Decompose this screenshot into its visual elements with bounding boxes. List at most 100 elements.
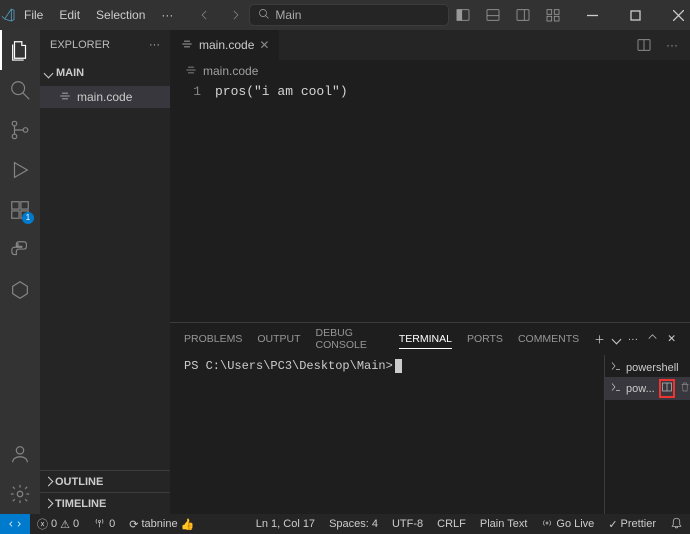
cursor-position-status[interactable]: Ln 1, Col 17 bbox=[249, 514, 322, 534]
menu-file[interactable]: File bbox=[16, 0, 51, 30]
notifications-status[interactable] bbox=[663, 514, 690, 534]
editor-more-button[interactable]: ··· bbox=[660, 30, 684, 60]
eol-status[interactable]: CRLF bbox=[430, 514, 473, 534]
tab-output[interactable]: OUTPUT bbox=[257, 330, 300, 348]
timeline-section[interactable]: TIMELINE bbox=[40, 492, 170, 514]
ports-count: 0 bbox=[109, 518, 115, 530]
radio-tower-icon bbox=[93, 516, 106, 532]
nav-forward-button[interactable] bbox=[221, 4, 249, 26]
ports-status[interactable]: 0 bbox=[86, 514, 122, 534]
tab-problems[interactable]: PROBLEMS bbox=[184, 330, 242, 348]
code-file-icon bbox=[58, 89, 72, 106]
terminal-output[interactable]: PS C:\Users\PC3\Desktop\Main> bbox=[170, 355, 604, 514]
nav-back-button[interactable] bbox=[191, 4, 219, 26]
prettier-status[interactable]: ✓ Prettier bbox=[601, 514, 663, 534]
menu-more[interactable]: ··· bbox=[153, 0, 181, 30]
search-text: Main bbox=[275, 8, 301, 22]
menu-selection[interactable]: Selection bbox=[88, 0, 153, 30]
accounts-activity-icon[interactable] bbox=[0, 434, 40, 474]
terminal-list-label: pow... bbox=[626, 383, 655, 395]
indentation-status[interactable]: Spaces: 4 bbox=[322, 514, 385, 534]
toggle-primary-sidebar-button[interactable] bbox=[449, 0, 477, 30]
check-icon: ✓ bbox=[608, 518, 617, 531]
run-debug-activity-icon[interactable] bbox=[0, 150, 40, 190]
timeline-label: TIMELINE bbox=[55, 498, 106, 510]
settings-activity-icon[interactable] bbox=[0, 474, 40, 514]
kill-terminal-button[interactable] bbox=[679, 381, 690, 396]
close-tab-button[interactable]: ✕ bbox=[259, 38, 269, 52]
language-mode-status[interactable]: Plain Text bbox=[473, 514, 535, 534]
go-live-label: Go Live bbox=[556, 518, 594, 530]
remote-button[interactable] bbox=[0, 514, 30, 534]
extensions-activity-icon[interactable]: 1 bbox=[0, 190, 40, 230]
bottom-panel: PROBLEMS OUTPUT DEBUG CONSOLE TERMINAL P… bbox=[170, 322, 690, 514]
encoding-status[interactable]: UTF-8 bbox=[385, 514, 430, 534]
chevron-down-icon[interactable] bbox=[611, 334, 621, 344]
broadcast-icon bbox=[541, 517, 553, 532]
terminal-prompt: PS C:\Users\PC3\Desktop\Main> bbox=[184, 359, 393, 373]
errors-count: 0 bbox=[51, 518, 57, 530]
menu-edit[interactable]: Edit bbox=[51, 0, 88, 30]
panel-more-button[interactable]: ··· bbox=[628, 333, 639, 345]
minimize-window-button[interactable] bbox=[571, 0, 614, 30]
explorer-more-button[interactable]: ··· bbox=[149, 39, 160, 51]
code-file-icon bbox=[184, 63, 198, 80]
line-number: 1 bbox=[170, 84, 215, 322]
hex-activity-icon[interactable] bbox=[0, 270, 40, 310]
tabnine-status[interactable]: ⟳ tabnine 👍 bbox=[122, 514, 201, 534]
tabnine-label: tabnine bbox=[141, 518, 177, 530]
terminal-list-item[interactable]: powershell bbox=[605, 358, 690, 377]
folder-name: MAIN bbox=[56, 67, 84, 79]
close-panel-button[interactable]: ✕ bbox=[667, 333, 676, 345]
split-editor-button[interactable] bbox=[632, 30, 656, 60]
explorer-activity-icon[interactable] bbox=[0, 30, 40, 70]
chevron-right-icon bbox=[44, 477, 54, 487]
tab-comments[interactable]: COMMENTS bbox=[518, 330, 579, 348]
code-file-icon bbox=[180, 37, 194, 54]
activity-bar: 1 bbox=[0, 30, 40, 514]
thumbs-up-icon: 👍 bbox=[181, 518, 195, 531]
terminal-list-label: powershell bbox=[626, 362, 679, 374]
folder-header[interactable]: MAIN bbox=[40, 60, 170, 86]
warnings-count: 0 bbox=[73, 518, 79, 530]
search-icon bbox=[258, 8, 270, 23]
vscode-logo-icon bbox=[0, 7, 16, 23]
error-icon: ⓧ bbox=[37, 516, 48, 532]
problems-status[interactable]: ⓧ0 ⚠0 bbox=[30, 514, 86, 534]
python-activity-icon[interactable] bbox=[0, 230, 40, 270]
explorer-sidebar: EXPLORER ··· MAIN main.code OUTLINE TIME… bbox=[40, 30, 170, 514]
new-terminal-button[interactable]: ＋ bbox=[594, 332, 605, 347]
terminal-cursor bbox=[395, 359, 402, 373]
title-bar: File Edit Selection ··· Main bbox=[0, 0, 690, 30]
code-editor[interactable]: 1 pros("i am cool") bbox=[170, 82, 690, 322]
prettier-label: Prettier bbox=[621, 518, 656, 530]
editor-tab[interactable]: main.code ✕ bbox=[170, 30, 280, 60]
maximize-window-button[interactable] bbox=[614, 0, 657, 30]
outline-label: OUTLINE bbox=[55, 476, 103, 488]
file-tree-item-label: main.code bbox=[77, 90, 132, 104]
go-live-status[interactable]: Go Live bbox=[534, 514, 601, 534]
terminal-icon bbox=[610, 360, 622, 375]
terminal-icon bbox=[610, 381, 622, 396]
tab-debug-console[interactable]: DEBUG CONSOLE bbox=[316, 324, 384, 354]
split-terminal-button[interactable] bbox=[659, 379, 675, 398]
toggle-panel-button[interactable] bbox=[479, 0, 507, 30]
terminal-list-item[interactable]: pow... bbox=[605, 377, 690, 400]
close-window-button[interactable] bbox=[657, 0, 690, 30]
source-control-activity-icon[interactable] bbox=[0, 110, 40, 150]
tab-terminal[interactable]: TERMINAL bbox=[399, 330, 452, 349]
customize-layout-button[interactable] bbox=[539, 0, 567, 30]
tab-ports[interactable]: PORTS bbox=[467, 330, 503, 348]
tabnine-icon: ⟳ bbox=[129, 518, 138, 531]
editor-group: main.code ✕ ··· main.code 1 pros("i am c… bbox=[170, 30, 690, 322]
search-activity-icon[interactable] bbox=[0, 70, 40, 110]
editor-tab-label: main.code bbox=[199, 38, 254, 52]
explorer-title: EXPLORER bbox=[50, 39, 110, 51]
maximize-panel-button[interactable] bbox=[646, 331, 659, 347]
outline-section[interactable]: OUTLINE bbox=[40, 470, 170, 492]
breadcrumb[interactable]: main.code bbox=[170, 60, 690, 82]
toggle-secondary-sidebar-button[interactable] bbox=[509, 0, 537, 30]
bell-icon bbox=[670, 516, 683, 532]
command-center-search[interactable]: Main bbox=[249, 4, 449, 26]
file-tree-item[interactable]: main.code bbox=[40, 86, 170, 108]
